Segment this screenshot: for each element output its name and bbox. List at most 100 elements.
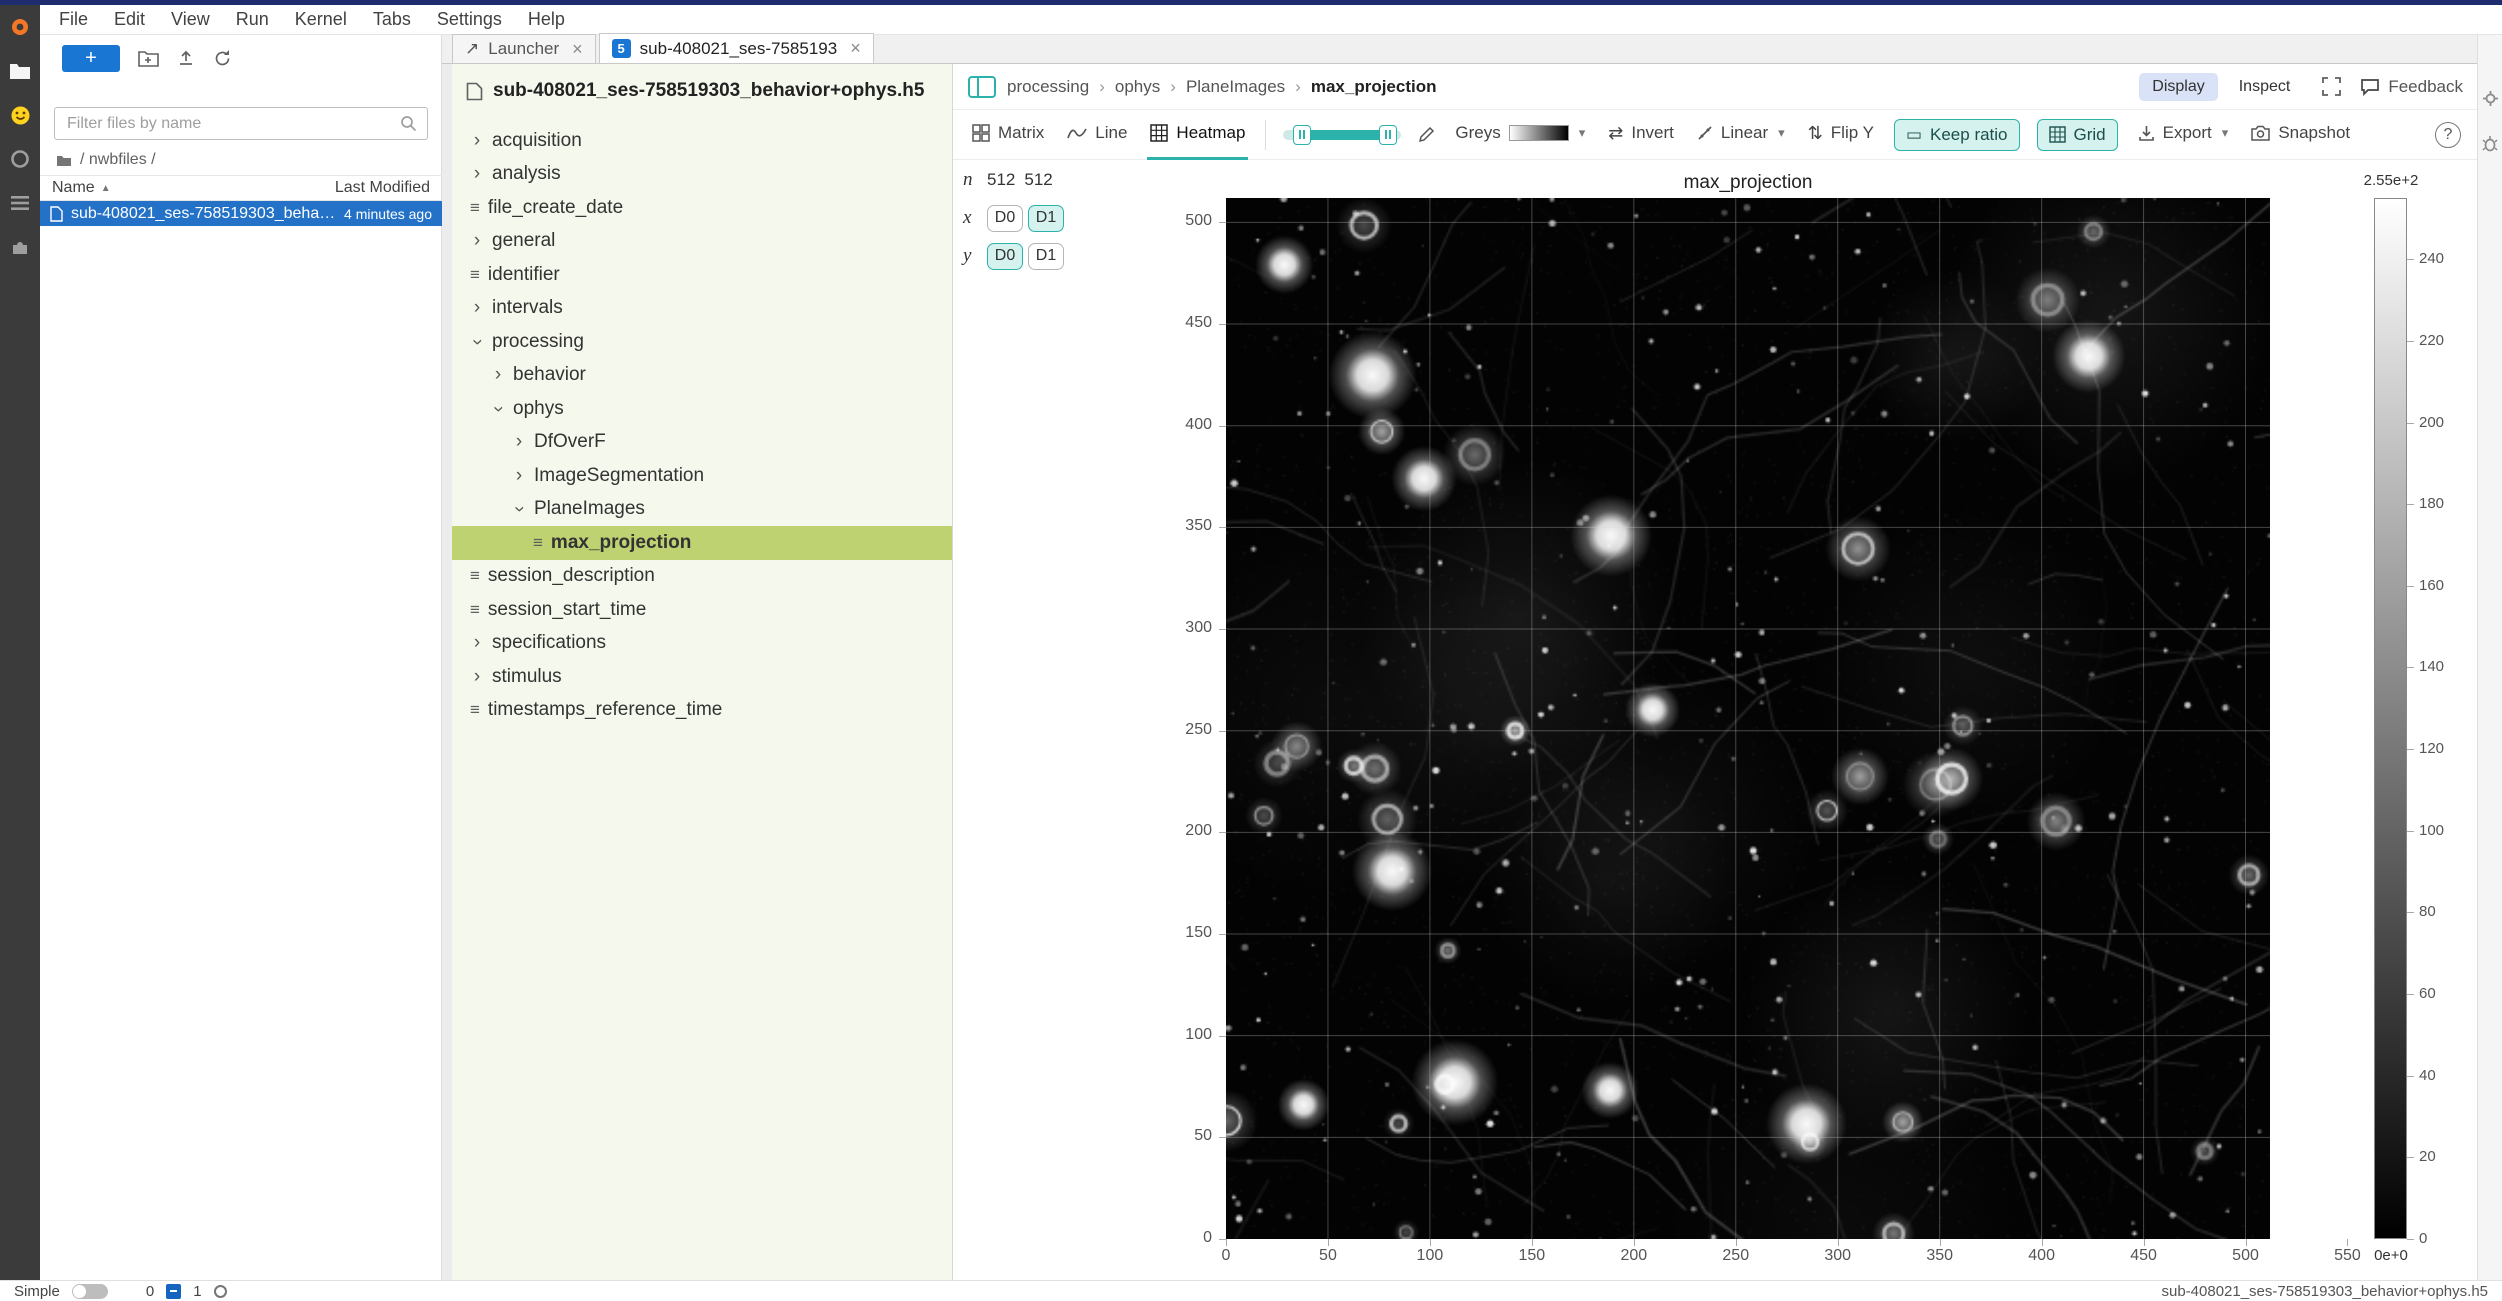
menu-item-kernel[interactable]: Kernel: [282, 9, 360, 30]
feedback-label[interactable]: Feedback: [2388, 77, 2463, 97]
colormap-selector[interactable]: Greys ▾: [1452, 110, 1588, 160]
file-filter-input[interactable]: [65, 114, 400, 134]
heatmap-vis-button[interactable]: Heatmap: [1147, 110, 1248, 160]
simple-mode-toggle[interactable]: [72, 1284, 108, 1299]
fullscreen-icon[interactable]: [2321, 76, 2342, 97]
tree-item-specifications[interactable]: ›specifications: [452, 627, 953, 661]
domain-slider-max-handle[interactable]: [1379, 125, 1397, 145]
menu-item-file[interactable]: File: [46, 9, 101, 30]
menu-item-run[interactable]: Run: [223, 9, 282, 30]
y-tick-mark: [1219, 1137, 1226, 1138]
sort-asc-icon[interactable]: ▲: [101, 183, 111, 194]
x-dim-d0-button[interactable]: D0: [987, 205, 1023, 232]
menu-item-help[interactable]: Help: [515, 9, 578, 30]
y-tick-mark: [1219, 1239, 1226, 1240]
tree-item-label: acquisition: [492, 130, 582, 152]
breadcrumb-segment[interactable]: ophys: [1115, 77, 1160, 97]
extension-circle-icon[interactable]: [0, 137, 40, 181]
x-tick-label: 150: [1497, 1247, 1567, 1265]
tab-launcher[interactable]: ↗Launcher×: [452, 34, 596, 63]
chevron-down-icon: ›: [466, 335, 488, 349]
snapshot-button[interactable]: Snapshot: [2248, 110, 2353, 160]
tree-item-behavior[interactable]: ›behavior: [452, 359, 953, 393]
tree-item-analysis[interactable]: ›analysis: [452, 158, 953, 192]
tree-item-max_projection[interactable]: ≡max_projection: [452, 526, 953, 560]
matrix-vis-button[interactable]: Matrix: [969, 110, 1047, 160]
colorbar-tick-mark: [2407, 994, 2414, 995]
upload-icon[interactable]: [177, 49, 195, 67]
x-tick-mark: [2347, 1239, 2348, 1246]
tree-item-ophys[interactable]: ›ophys: [452, 392, 953, 426]
breadcrumb-segment[interactable]: PlaneImages: [1186, 77, 1285, 97]
property-inspector-icon[interactable]: [2482, 90, 2499, 107]
invert-colormap-button[interactable]: ⇄ Invert: [1605, 110, 1677, 160]
tree-item-session_start_time[interactable]: ≡session_start_time: [452, 593, 953, 627]
keep-ratio-toggle[interactable]: ▭ Keep ratio: [1894, 119, 2020, 151]
chevron-down-icon: ▾: [2222, 125, 2229, 141]
x-tick-mark: [1532, 1239, 1533, 1246]
refresh-icon[interactable]: [213, 49, 232, 68]
tree-item-label: analysis: [492, 163, 561, 185]
feedback-icon[interactable]: [2360, 78, 2380, 96]
colorbar[interactable]: [2374, 198, 2407, 1239]
extension-manager-icon[interactable]: [0, 225, 40, 269]
colorbar-tick-label: 240: [2419, 250, 2444, 267]
tree-item-acquisition[interactable]: ›acquisition: [452, 124, 953, 158]
breadcrumb-segment[interactable]: processing: [1007, 77, 1089, 97]
tab-close-icon[interactable]: ×: [850, 38, 861, 59]
running-sessions-icon[interactable]: [0, 181, 40, 225]
dataset-icon: ≡: [470, 600, 480, 620]
file-breadcrumb[interactable]: / nwbfiles /: [56, 149, 156, 171]
y-dim-d1-button[interactable]: D1: [1028, 243, 1064, 270]
x-dim-d1-button[interactable]: D1: [1028, 205, 1064, 232]
grid-toggle[interactable]: Grid: [2037, 119, 2118, 151]
tree-item-stimulus[interactable]: ›stimulus: [452, 660, 953, 694]
sidebar-toggle-icon[interactable]: [967, 75, 997, 99]
debugger-icon[interactable]: [2482, 135, 2498, 152]
new-launcher-button[interactable]: +: [62, 45, 120, 72]
tree-item-intervals[interactable]: ›intervals: [452, 292, 953, 326]
tab-sub-408021-ses-7585193[interactable]: 5sub-408021_ses-7585193×: [599, 33, 874, 63]
heatmap-plot[interactable]: [1226, 198, 2270, 1239]
domain-slider-min-handle[interactable]: [1293, 125, 1311, 145]
export-button[interactable]: Export ▾: [2135, 110, 2232, 160]
help-button[interactable]: ?: [2435, 122, 2461, 148]
file-browser-icon[interactable]: [0, 49, 40, 93]
huggingface-icon[interactable]: [0, 93, 40, 137]
file-filter-box[interactable]: [54, 107, 428, 140]
tree-item-processing[interactable]: ›processing: [452, 325, 953, 359]
flip-y-button[interactable]: ⇅ Flip Y: [1805, 110, 1877, 160]
inspect-mode-button[interactable]: Inspect: [2226, 73, 2304, 101]
new-folder-icon[interactable]: [138, 50, 159, 67]
breadcrumb-path[interactable]: / nwbfiles /: [80, 151, 156, 169]
column-last-modified[interactable]: Last Modified: [335, 179, 430, 197]
terminal-icon[interactable]: [166, 1284, 181, 1299]
domain-slider[interactable]: [1283, 130, 1401, 140]
tree-item-DfOverF[interactable]: ›DfOverF: [452, 426, 953, 460]
menu-item-tabs[interactable]: Tabs: [360, 9, 424, 30]
column-name[interactable]: Name: [52, 179, 95, 197]
file-row[interactable]: sub-408021_ses-758519303_beha… 4 minutes…: [40, 201, 442, 226]
display-mode-button[interactable]: Display: [2139, 73, 2217, 101]
breadcrumb-segment[interactable]: max_projection: [1311, 77, 1437, 97]
tree-item-identifier[interactable]: ≡identifier: [452, 258, 953, 292]
tree-item-general[interactable]: ›general: [452, 225, 953, 259]
tree-item-PlaneImages[interactable]: ›PlaneImages: [452, 493, 953, 527]
y-dim-d0-button[interactable]: D0: [987, 243, 1023, 270]
chevron-right-icon: ›: [470, 297, 484, 319]
line-vis-button[interactable]: Line: [1064, 110, 1130, 160]
tree-item-session_description[interactable]: ≡session_description: [452, 560, 953, 594]
kernel-icon[interactable]: [214, 1285, 227, 1298]
tree-item-file_create_date[interactable]: ≡file_create_date: [452, 191, 953, 225]
menu-item-view[interactable]: View: [158, 9, 223, 30]
menu-item-settings[interactable]: Settings: [424, 9, 515, 30]
tab-close-icon[interactable]: ×: [572, 39, 583, 60]
chevron-right-icon: ›: [491, 364, 505, 386]
breadcrumb-separator-icon: ›: [1295, 77, 1301, 97]
tree-item-timestamps_reference_time[interactable]: ≡timestamps_reference_time: [452, 694, 953, 728]
edit-domain-icon[interactable]: [1418, 126, 1435, 143]
tree-item-ImageSegmentation[interactable]: ›ImageSegmentation: [452, 459, 953, 493]
menu-item-edit[interactable]: Edit: [101, 9, 158, 30]
scale-selector[interactable]: Linear ▾: [1694, 110, 1788, 160]
y-tick-mark: [1219, 731, 1226, 732]
